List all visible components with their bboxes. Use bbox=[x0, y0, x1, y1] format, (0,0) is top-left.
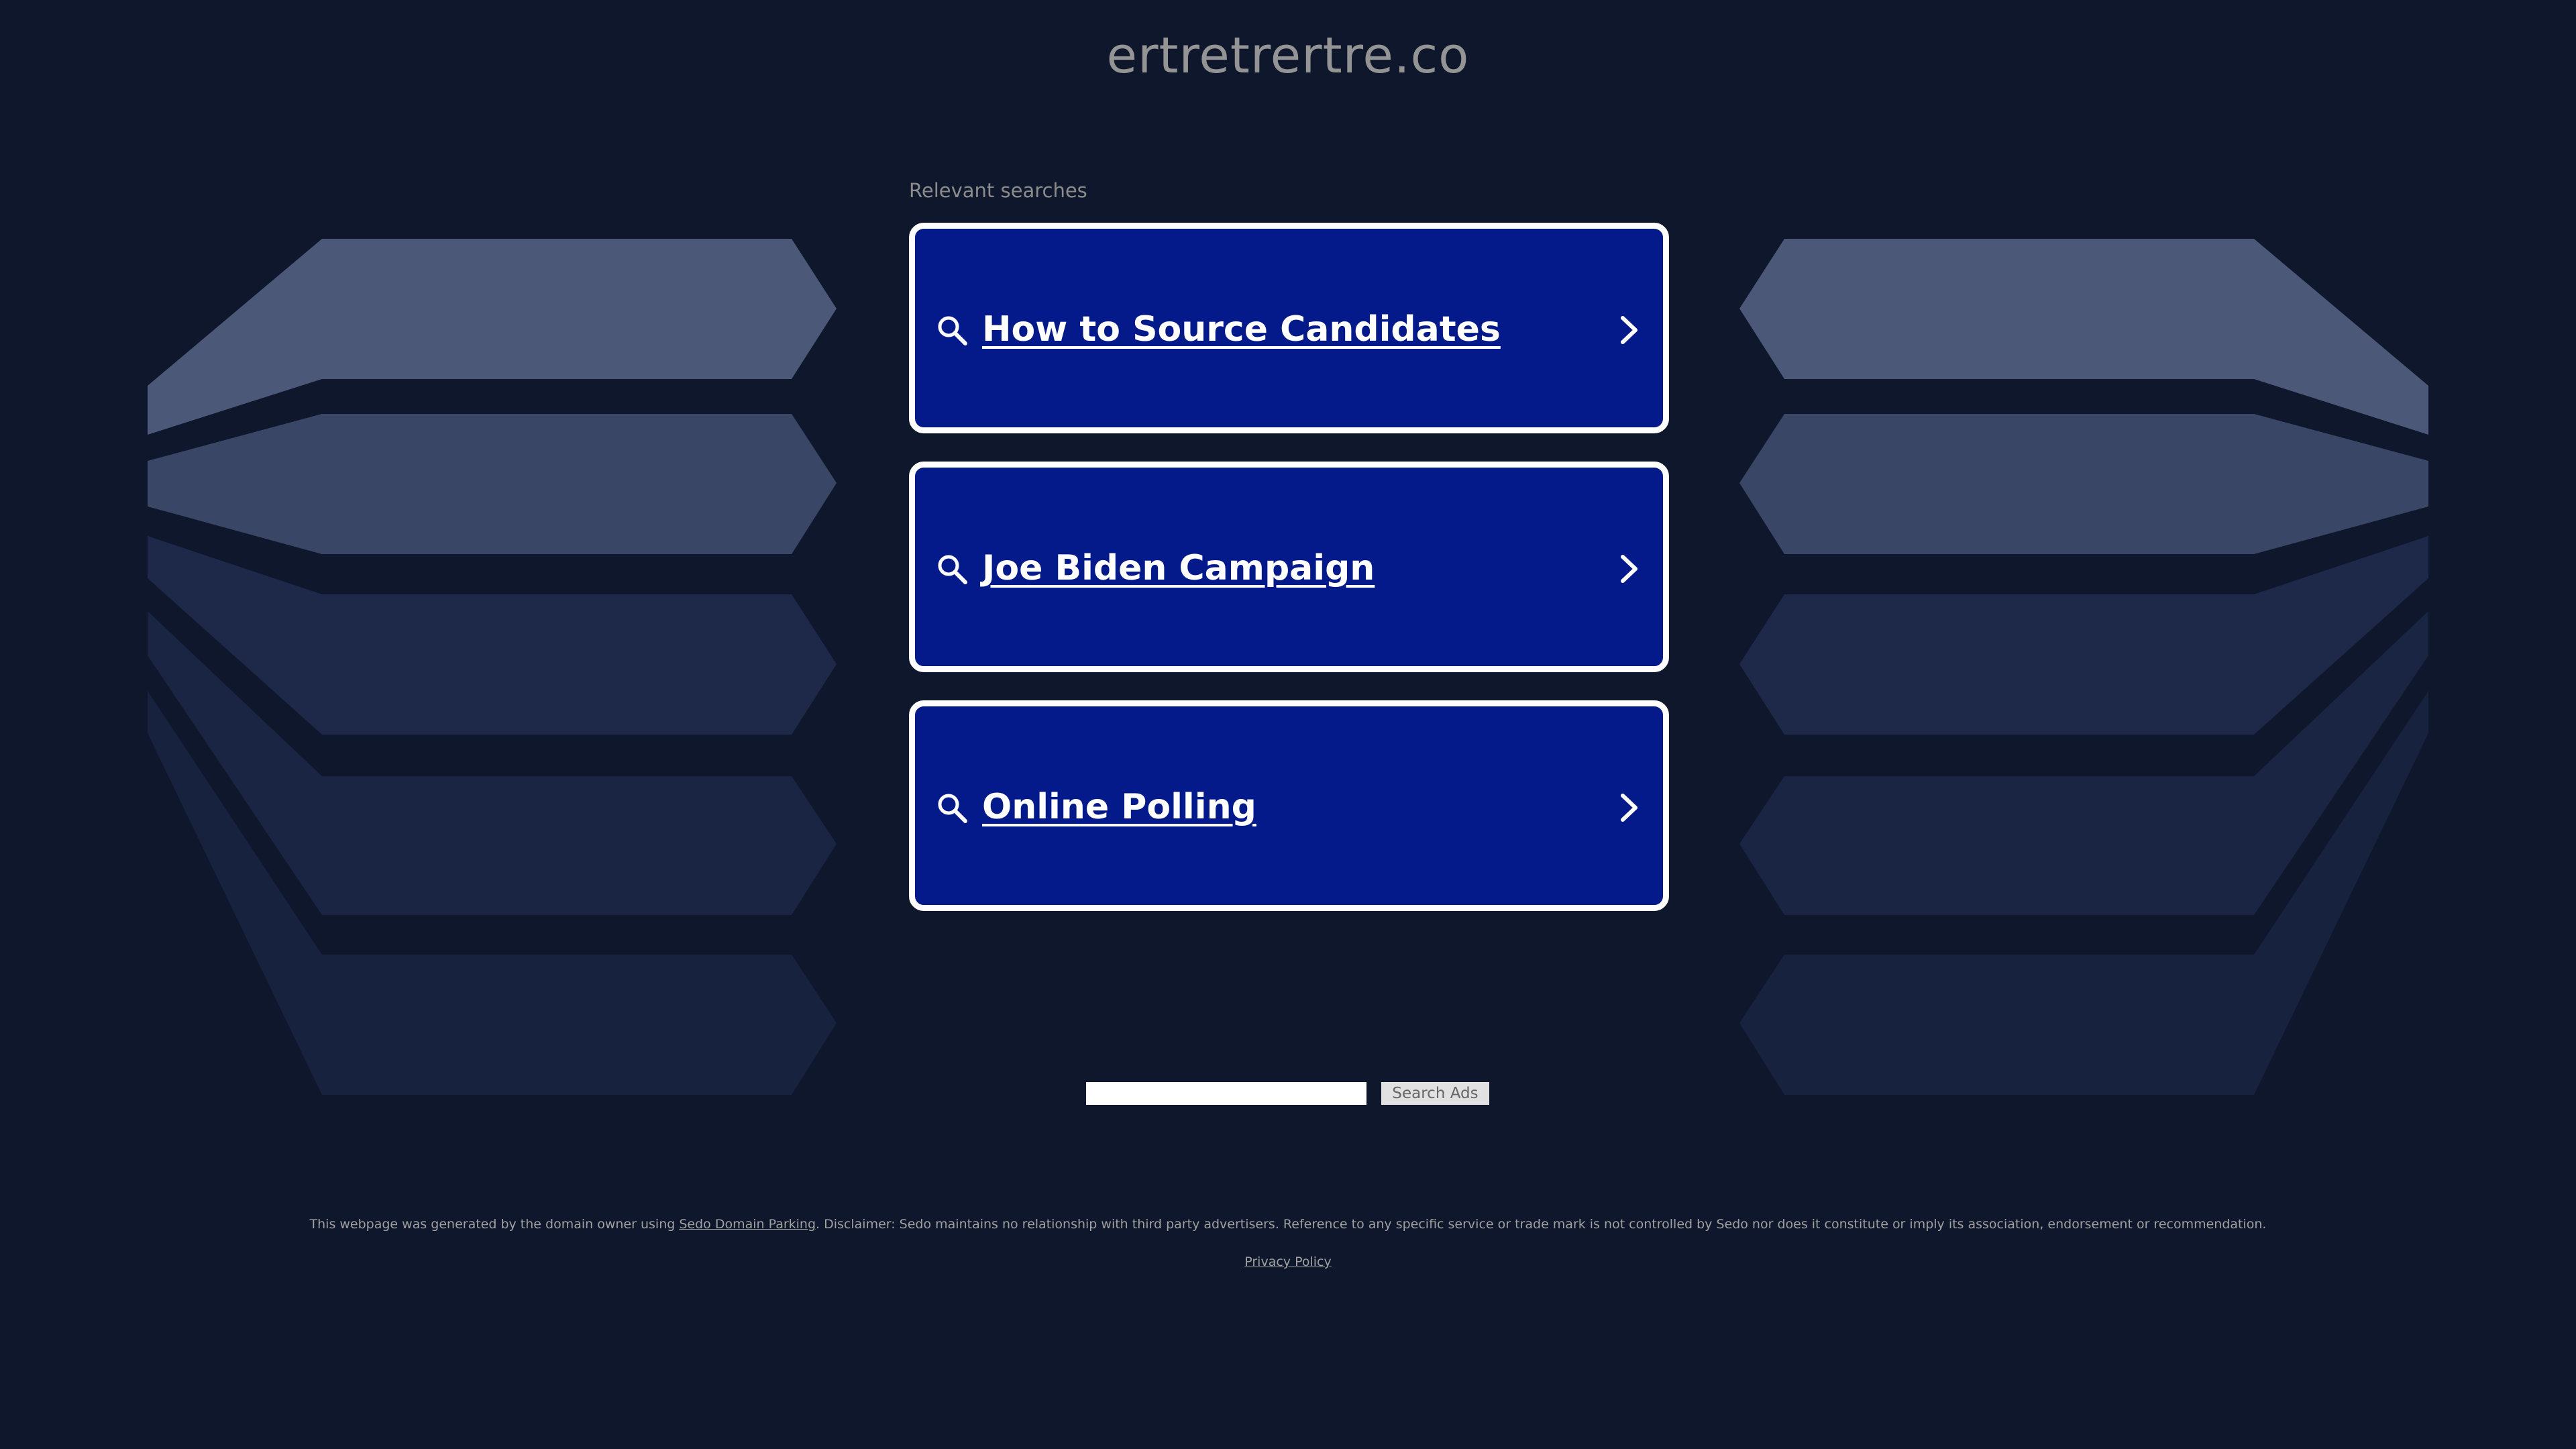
parked-domain-page: ertretrertre.co Relevant searches How to… bbox=[0, 0, 2576, 1449]
footer-privacy: Privacy Policy bbox=[0, 1253, 2576, 1271]
search-ads-input[interactable] bbox=[1086, 1082, 1366, 1105]
left-decoration-shapes bbox=[148, 239, 837, 1095]
related-search-label: Online Polling bbox=[982, 787, 1256, 827]
related-searches-list: How to Source Candidates Joe Biden Campa… bbox=[909, 223, 1669, 939]
sedo-domain-parking-link[interactable]: Sedo Domain Parking bbox=[679, 1217, 816, 1232]
decorative-shape bbox=[1739, 414, 2428, 554]
decorative-shape bbox=[1739, 239, 2428, 435]
decorative-shape bbox=[148, 536, 837, 735]
disclaimer-text: . Disclaimer: Sedo maintains no relation… bbox=[816, 1217, 2267, 1232]
search-icon bbox=[938, 316, 967, 345]
search-ads-button[interactable]: Search Ads bbox=[1381, 1082, 1489, 1105]
decorative-shape bbox=[1739, 536, 2428, 735]
related-search-link[interactable]: Joe Biden Campaign bbox=[909, 462, 1669, 672]
decorative-shape bbox=[148, 414, 837, 554]
disclaimer-text: This webpage was generated by the domain… bbox=[309, 1217, 680, 1232]
footer-disclaimer: This webpage was generated by the domain… bbox=[0, 1216, 2576, 1233]
related-search-label: How to Source Candidates bbox=[982, 309, 1501, 350]
related-search-link[interactable]: Online Polling bbox=[909, 700, 1669, 911]
related-search-label: Joe Biden Campaign bbox=[982, 548, 1375, 588]
right-decoration-shapes bbox=[1739, 239, 2428, 1095]
chevron-right-icon bbox=[1621, 316, 1638, 344]
relevant-searches-heading: Relevant searches bbox=[909, 179, 1087, 202]
chevron-right-icon bbox=[1621, 555, 1638, 583]
search-icon bbox=[938, 555, 967, 584]
privacy-policy-link[interactable]: Privacy Policy bbox=[1244, 1254, 1331, 1269]
domain-title: ertretrertre.co bbox=[1106, 27, 1470, 85]
chevron-right-icon bbox=[1621, 794, 1638, 822]
search-icon bbox=[938, 794, 967, 823]
related-search-link[interactable]: How to Source Candidates bbox=[909, 223, 1669, 433]
decorative-shape bbox=[148, 239, 837, 435]
